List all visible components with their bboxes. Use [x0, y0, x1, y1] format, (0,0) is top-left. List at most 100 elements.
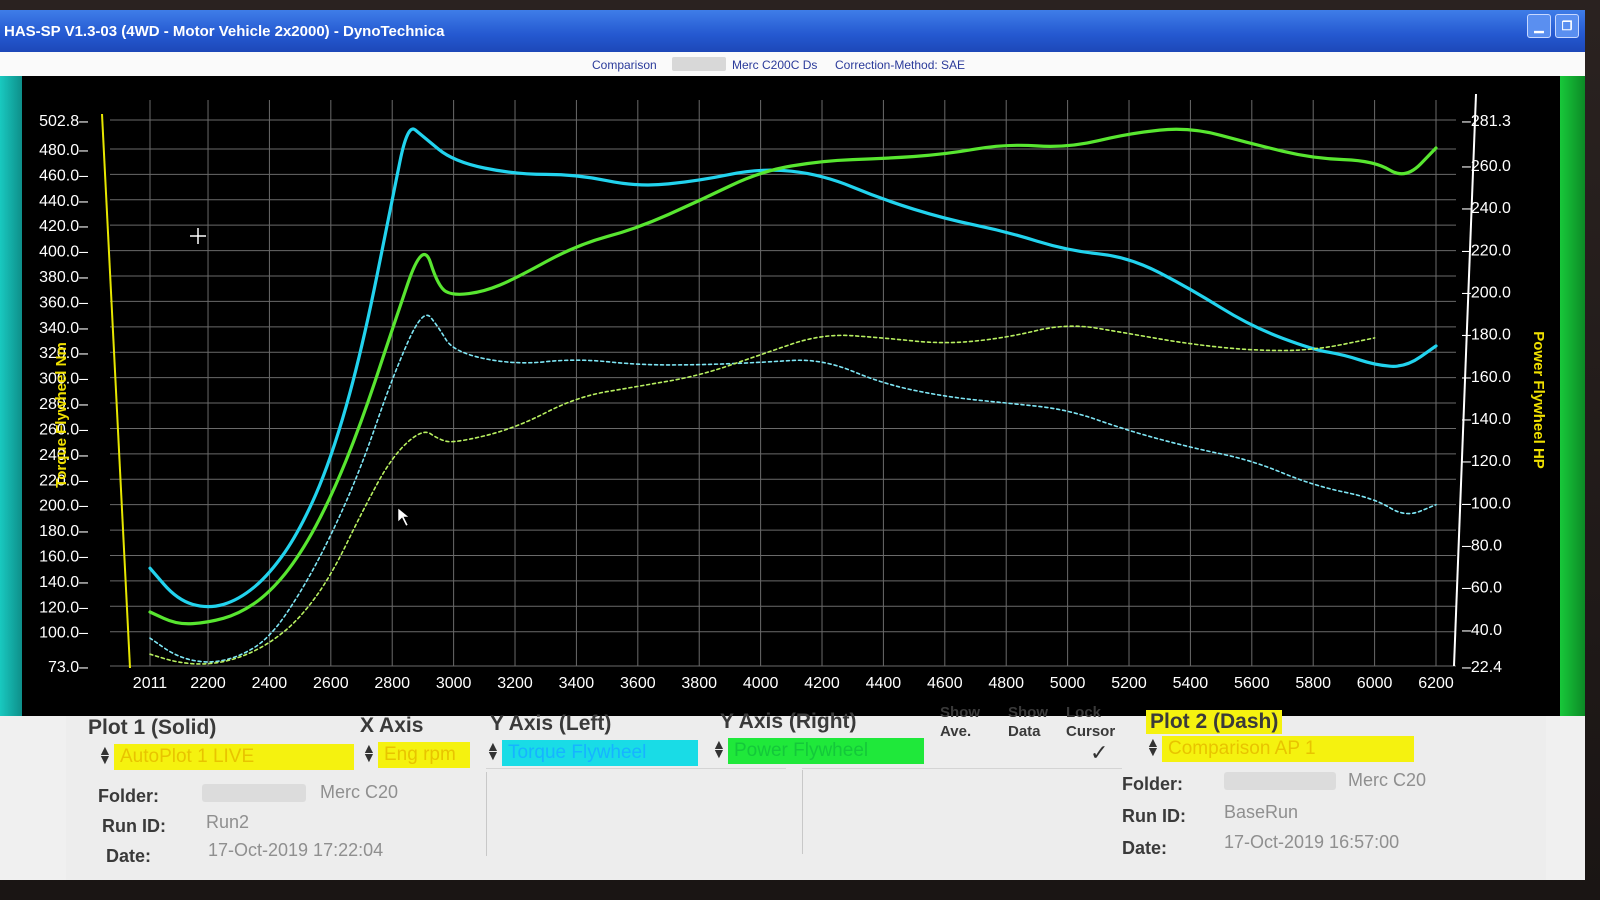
x-tick-label-20: 6000: [1357, 675, 1393, 692]
panel-separator-1: [486, 768, 786, 769]
y-right-axis-title: Power Flywheel HP: [1530, 331, 1547, 469]
series-line-2: [149, 314, 1437, 663]
left-axis-line: [101, 113, 131, 669]
x-tick-label-12: 4400: [866, 675, 902, 692]
plot2-folder: Merc C20: [1348, 770, 1427, 790]
y-right-spinner-icon[interactable]: ▲ ▼: [712, 737, 726, 760]
y-right-tick-label-7: –140.0: [1462, 411, 1511, 428]
plot1-folder: Merc C20: [320, 782, 399, 802]
y-left-tick-label-1: 480.0–: [39, 142, 88, 159]
plot2-folder-redacted: [1224, 772, 1336, 790]
y-left-tick-label-17: 160.0–: [39, 548, 88, 565]
panel-divider-1: [486, 772, 487, 856]
y-right-tick-label-1: –260.0: [1462, 158, 1511, 175]
plot1-spinner-icon[interactable]: ▲ ▼: [98, 743, 112, 766]
plot1-folder-label: Folder:: [98, 786, 159, 806]
panel-separator-2: [802, 768, 1122, 769]
y-right-select[interactable]: Power Flywheel: [728, 738, 924, 764]
y-left-tick-label-0: 502.8–: [39, 113, 88, 130]
plot2-select[interactable]: Comparison AP 1: [1162, 736, 1414, 762]
show-data-label-1: Show: [1008, 704, 1048, 721]
x-tick-label-4: 2800: [374, 675, 410, 692]
y-left-tick-label-8: 340.0–: [39, 320, 88, 337]
lock-cursor-label-1: Lock: [1066, 704, 1102, 721]
y-left-tick-label-7: 360.0–: [39, 294, 88, 311]
series-line-1: [148, 127, 1438, 626]
y-axis-right-label: Y Axis (Right): [720, 710, 857, 733]
x-tick-label-11: 4200: [804, 675, 840, 692]
plot1-date: 17-Oct-2019 17:22:04: [208, 840, 384, 860]
plot1-folder-redacted: [202, 784, 306, 802]
x-tick-label-10: 4000: [743, 675, 779, 692]
y-left-tick-label-2: 460.0–: [39, 167, 88, 184]
y-right-tick-label-6: –160.0: [1462, 369, 1511, 386]
y-right-tick-label-9: –100.0: [1462, 495, 1511, 512]
x-tick-label-3: 2600: [313, 675, 349, 692]
plot1-runid: Run2: [206, 812, 250, 832]
y-left-tick-label-6: 380.0–: [39, 269, 88, 286]
x-tick-label-9: 3800: [681, 675, 717, 692]
control-panel: Plot 1 (Solid) X Axis Y Axis (Left) Y Ax…: [66, 704, 1546, 880]
y-right-tick-label-5: –180.0: [1462, 327, 1511, 344]
x-tick-label-19: 5800: [1295, 675, 1331, 692]
app-window: HAS-SP V1.3-03 (4WD - Motor Vehicle 2x20…: [0, 10, 1585, 880]
x-tick-label-15: 5000: [1050, 675, 1086, 692]
y-right-tick-label-8: –120.0: [1462, 453, 1511, 470]
show-data-label-2: Data: [1008, 723, 1041, 740]
y-right-tick-label-10: –80.0: [1462, 538, 1502, 555]
mouse-pointer-icon: [397, 507, 410, 527]
x-tick-label-7: 3400: [559, 675, 595, 692]
x-tick-label-6: 3200: [497, 675, 533, 692]
plot1-label: Plot 1 (Solid): [88, 716, 217, 739]
x-tick-label-8: 3600: [620, 675, 656, 692]
series-line-3: [149, 325, 1376, 665]
lock-cursor-checkbox[interactable]: ✓: [1090, 740, 1108, 766]
x-tick-label-18: 5600: [1234, 675, 1270, 692]
x-axis-label: X Axis: [360, 714, 424, 737]
lock-cursor-label-2: Cursor: [1066, 723, 1116, 740]
x-tick-label-5: 3000: [436, 675, 472, 692]
x-tick-label-1: 2200: [190, 675, 226, 692]
y-right-tick-label-11: –60.0: [1462, 580, 1502, 597]
x-tick-label-13: 4600: [927, 675, 963, 692]
y-right-tick-label-13: –22.4: [1462, 659, 1502, 676]
x-axis-select[interactable]: Eng rpm: [378, 742, 470, 768]
y-left-tick-label-19: 120.0–: [39, 599, 88, 616]
y-left-tick-label-3: 440.0–: [39, 193, 88, 210]
plot2-runid-label: Run ID:: [1122, 806, 1186, 826]
plot2-date-label: Date:: [1122, 838, 1168, 858]
plot1-runid-label: Run ID:: [102, 816, 166, 836]
y-left-tick-label-15: 200.0–: [39, 498, 88, 515]
y-right-tick-label-0: –281.3: [1462, 113, 1511, 130]
show-ave-label-1: Show: [940, 704, 980, 721]
plot2-folder-label: Folder:: [1122, 774, 1183, 794]
plot1-date-label: Date:: [106, 846, 152, 866]
plot2-date: 17-Oct-2019 16:57:00: [1224, 832, 1400, 852]
y-left-tick-label-21: 73.0–: [48, 659, 88, 676]
y-left-tick-label-18: 140.0–: [39, 574, 88, 591]
y-right-tick-label-2: –240.0: [1462, 200, 1511, 217]
plot2-label: Plot 2 (Dash): [1146, 710, 1283, 734]
series-line-0: [148, 127, 1438, 609]
y-left-tick-label-16: 180.0–: [39, 523, 88, 540]
x-tick-label-0: 2011: [133, 675, 168, 692]
x-tick-label-21: 6200: [1418, 675, 1454, 692]
plot1-select[interactable]: AutoPlot 1 LIVE: [114, 744, 354, 770]
plot2-runid: BaseRun: [1224, 802, 1299, 822]
x-tick-label-17: 5400: [1173, 675, 1209, 692]
x-tick-label-14: 4800: [988, 675, 1024, 692]
y-axis-left-label: Y Axis (Left): [490, 712, 612, 735]
y-left-spinner-icon[interactable]: ▲ ▼: [486, 739, 500, 762]
y-left-select[interactable]: Torque Flywheel: [502, 740, 698, 766]
y-left-tick-label-5: 400.0–: [39, 244, 88, 261]
x-axis-spinner-icon[interactable]: ▲ ▼: [362, 741, 376, 764]
show-ave-label-2: Ave.: [940, 723, 972, 740]
x-tick-label-16: 5200: [1111, 675, 1147, 692]
x-tick-label-2: 2400: [252, 675, 288, 692]
plot2-spinner-icon[interactable]: ▲ ▼: [1146, 735, 1160, 758]
y-right-tick-label-12: –40.0: [1462, 622, 1502, 639]
y-left-tick-label-20: 100.0–: [39, 625, 88, 642]
panel-divider-2: [802, 770, 803, 854]
y-left-tick-label-4: 420.0–: [39, 218, 88, 235]
y-left-axis-title: Torque Flywheel Nm: [53, 342, 70, 488]
